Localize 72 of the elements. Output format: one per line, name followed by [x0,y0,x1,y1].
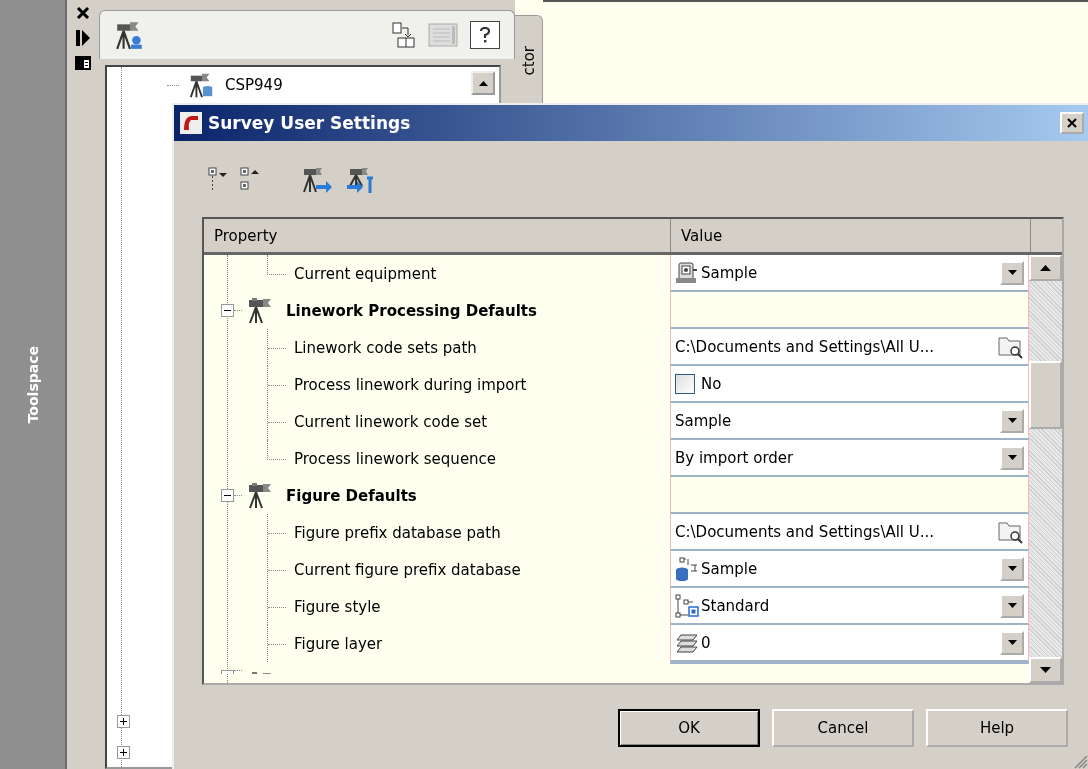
help-button[interactable] [470,21,500,49]
checkbox[interactable] [675,373,695,394]
question-icon [480,27,490,43]
dropdown-button[interactable] [1000,445,1024,470]
play-icon[interactable] [76,30,90,46]
dialog-button[interactable]: Help [926,709,1068,747]
dropdown-button[interactable] [1000,408,1024,433]
expand-toggle-icon[interactable] [117,746,130,759]
close-icon[interactable] [76,6,90,20]
browse-folder-icon[interactable] [998,519,1024,544]
property-value: C:\Documents and Settings\All U... [675,522,935,541]
property-value: No [701,374,722,393]
group-label: Linework Processing Defaults [286,301,537,320]
caret-icon [1007,566,1017,571]
device-icon [675,260,699,285]
property-label: Current equipment [294,264,437,283]
collapse-toggle-icon[interactable] [221,304,234,317]
property-value: C:\Documents and Settings\All U... [675,337,935,356]
column-header[interactable]: Value [671,219,1031,252]
close-button[interactable] [1060,112,1084,134]
transfer-icon[interactable] [392,22,416,48]
collapse-all-icon[interactable] [240,167,260,193]
panel-icon[interactable] [75,56,91,70]
property-label: Process linework sequence [294,449,497,468]
toolspace-label: Toolspace [24,345,41,424]
property-label: Figure layer [294,634,383,653]
caret-icon [1007,270,1017,275]
caret-icon [1007,640,1017,645]
resize-grip-icon[interactable] [1072,753,1088,769]
close-icon [1067,118,1077,128]
dropdown-button[interactable] [1000,630,1024,655]
caret-icon [1040,667,1051,673]
caret-icon [1007,418,1017,423]
window-title: Survey User Settings [208,113,411,133]
app-logo-icon [180,112,202,134]
scroll-thumb[interactable] [1029,361,1062,429]
property-value: Sample [675,411,732,430]
property-value: 0 [701,633,711,652]
tree-item[interactable]: CSP949 [167,71,283,99]
scrollbar[interactable] [1029,255,1062,683]
dropdown-button[interactable] [1000,556,1024,581]
caret-icon [478,80,488,86]
property-label: Current linework code set [294,412,488,431]
import-settings-icon[interactable] [302,166,334,194]
browse-folder-icon[interactable] [998,334,1024,359]
dialog-button[interactable]: Cancel [772,709,914,747]
group-label: Figure Defaults [286,486,417,505]
figure-style-icon [675,593,699,618]
caret-icon [1007,603,1017,608]
property-value: Standard [701,596,770,615]
collapse-toggle-icon[interactable] [221,489,234,502]
property-label: Current figure prefix database [294,560,521,579]
property-label: Process linework during import [294,375,527,394]
property-label: Linework code sets path [294,338,477,357]
scroll-up-button[interactable] [471,71,495,95]
scroll-down-button[interactable] [1029,657,1062,683]
tree-item-label: CSP949 [225,76,283,94]
expand-all-icon[interactable] [208,167,228,193]
dropdown-button[interactable] [1000,260,1024,285]
column-header[interactable]: Property [204,219,671,252]
property-value: By import order [675,448,794,467]
dropdown-button[interactable] [1000,593,1024,618]
caret-icon [1040,265,1051,271]
expand-toggle-icon[interactable] [117,715,130,728]
database-icon [675,556,699,581]
caret-icon [1007,455,1017,460]
property-value: Sample [701,559,758,578]
property-label: Figure prefix database path [294,523,501,542]
property-value: Sample [701,263,758,282]
dialog-button[interactable]: OK [618,709,760,747]
property-label: Figure style [294,597,381,616]
layers-icon [675,631,699,654]
